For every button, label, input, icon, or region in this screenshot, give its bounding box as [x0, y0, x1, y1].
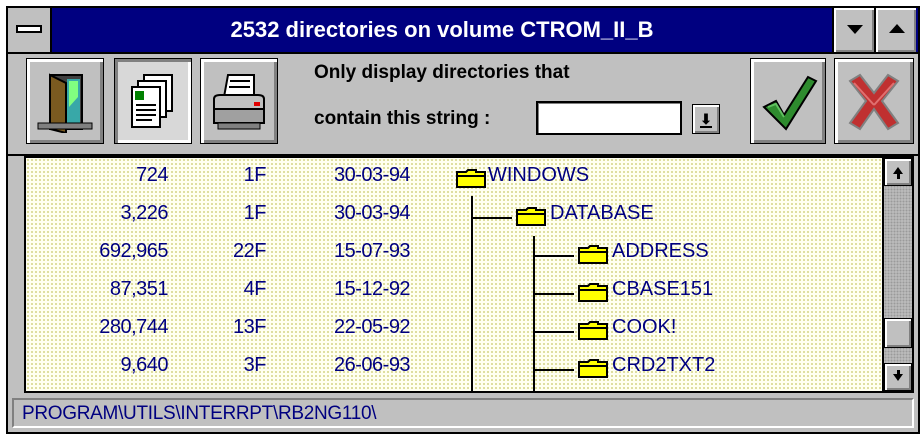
ok-button[interactable]: [750, 58, 826, 144]
maximize-button[interactable]: [874, 8, 916, 52]
folder-icon: [578, 245, 608, 264]
arrow-up-icon: [893, 167, 903, 174]
dir-name: CBASE151: [612, 278, 714, 300]
dir-name: COOK!: [612, 316, 677, 338]
dir-date: 26-06-93: [334, 354, 411, 376]
filter-label-line1: Only display directories that: [314, 62, 570, 83]
dir-file-count: 3F: [243, 354, 267, 376]
directory-list[interactable]: 724 1F 30-03-94 WINDOWS 3,226 1F 30-03-9…: [24, 156, 884, 393]
folder-icon: [578, 283, 608, 302]
system-menu-button[interactable]: [8, 8, 52, 52]
dir-name: WINDOWS: [488, 164, 590, 186]
dir-date: 15-07-93: [334, 240, 411, 262]
triangle-up-icon: [889, 24, 905, 33]
arrow-down-underline-icon: ⬇: [700, 111, 712, 128]
directory-row[interactable]: 3,226 1F 30-03-94 DATABASE: [26, 198, 882, 236]
dir-date: 15-12-92: [334, 278, 411, 300]
toolbar: Only display directories that contain th…: [8, 54, 918, 156]
dir-file-count: 13F: [233, 316, 266, 338]
folder-icon: [578, 359, 608, 378]
status-bar: PROGRAM\UTILS\INTERRPT\RB2NG110\: [12, 398, 914, 428]
directory-row[interactable]: 9,640 3F 26-06-93 CRD2TXT2: [26, 350, 882, 388]
filter-dropdown-button[interactable]: ⬇: [692, 104, 720, 134]
dir-size: 280,744: [99, 316, 168, 338]
directory-browser-window: 2532 directories on volume CTROM_II_B On…: [6, 6, 920, 434]
dir-name: DATABASE: [550, 202, 654, 224]
folder-icon: [516, 207, 546, 226]
dir-date: 30-03-94: [334, 164, 411, 186]
folder-icon: [578, 321, 608, 340]
print-button[interactable]: [200, 58, 278, 144]
dir-size: 724: [136, 164, 168, 186]
filter-label-line2: contain this string :: [314, 108, 491, 129]
directory-row[interactable]: 692,965 22F 15-07-93 ADDRESS: [26, 236, 882, 274]
window-title: 2532 directories on volume CTROM_II_B: [230, 17, 654, 42]
documents-button[interactable]: [114, 58, 192, 144]
current-path: PROGRAM\UTILS\INTERRPT\RB2NG110\: [22, 403, 377, 424]
scroll-up-button[interactable]: [884, 158, 912, 186]
arrow-down-icon: [893, 374, 903, 381]
dir-size: 9,640: [120, 354, 168, 376]
dir-date: 22-05-92: [334, 316, 411, 338]
arrow-up-stem: [897, 174, 900, 179]
title-bar[interactable]: 2532 directories on volume CTROM_II_B: [8, 8, 918, 54]
cancel-button[interactable]: [834, 58, 914, 144]
dir-name: CRD2TXT2: [612, 354, 716, 376]
dir-name: ADDRESS: [612, 240, 709, 262]
dir-file-count: 4F: [243, 278, 267, 300]
directory-row[interactable]: 87,351 4F 15-12-92 CBASE151: [26, 274, 882, 312]
vertical-scrollbar[interactable]: [884, 156, 914, 393]
dir-date: 30-03-94: [334, 202, 411, 224]
dir-size: 692,965: [99, 240, 168, 262]
dir-file-count: 1F: [243, 164, 267, 186]
printer-icon: [213, 74, 265, 130]
door-exit-icon: [37, 73, 93, 133]
scroll-thumb[interactable]: [884, 318, 912, 348]
dir-size: 87,351: [109, 278, 169, 300]
dir-file-count: 22F: [233, 240, 266, 262]
documents-icon: [131, 74, 173, 128]
scroll-down-button[interactable]: [884, 363, 912, 391]
directory-row[interactable]: 724 1F 30-03-94 WINDOWS: [26, 160, 882, 198]
exit-button[interactable]: [26, 58, 104, 144]
checkmark-icon: [762, 75, 818, 131]
filter-string-input[interactable]: [536, 101, 682, 135]
system-menu-icon: [16, 25, 42, 33]
dir-size: 3,226: [120, 202, 168, 224]
minimize-button[interactable]: [832, 8, 874, 52]
dir-file-count: 1F: [243, 202, 267, 224]
directory-row[interactable]: 280,744 13F 22-05-92 COOK!: [26, 312, 882, 350]
triangle-down-icon: [847, 25, 863, 34]
red-x-icon: [848, 73, 900, 131]
folder-icon: [456, 169, 486, 188]
